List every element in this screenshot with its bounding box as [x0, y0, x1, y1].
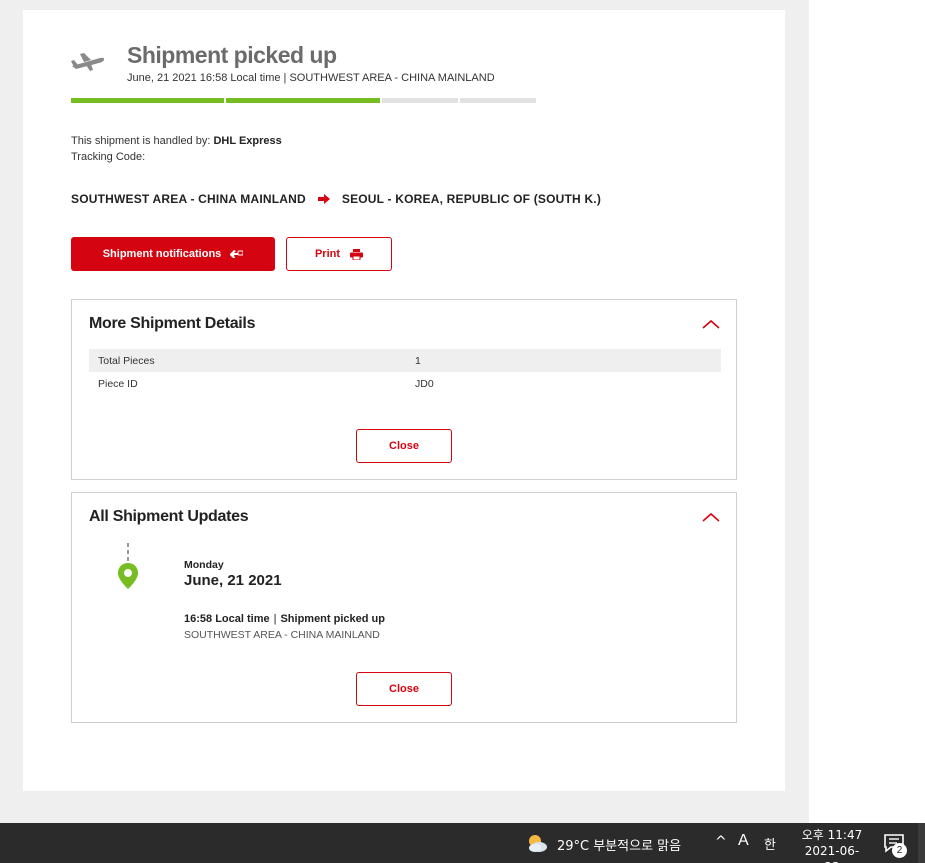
shipment-notifications-button[interactable]: Shipment notifications	[71, 237, 275, 271]
handler-info: This shipment is handled by: DHL Express…	[71, 133, 282, 165]
table-row: Piece ID JD0	[89, 372, 721, 395]
progress-segment	[381, 98, 459, 103]
location-pin-icon	[118, 563, 138, 589]
tray-chevron-icon[interactable]: ^	[715, 834, 727, 850]
event-status: Shipment picked up	[280, 613, 385, 625]
handled-by: DHL Express	[213, 135, 282, 147]
status-title: Shipment picked up	[127, 42, 337, 68]
windows-taskbar: 29°C 부분적으로 맑음 ^ A 한 오후 11:47 2021-06-23 …	[0, 823, 925, 863]
event-location: SOUTHWEST AREA - CHINA MAINLAND	[184, 629, 380, 641]
weather-text[interactable]: 29°C 부분적으로 맑음	[557, 835, 681, 854]
notification-count-badge: 2	[892, 843, 907, 858]
ime-indicator[interactable]: 한	[764, 834, 776, 853]
detail-value: 1	[406, 349, 721, 372]
event-time: 16:58 Local time	[184, 613, 270, 625]
close-details-button[interactable]: Close	[356, 429, 452, 463]
notifications-label: Shipment notifications	[102, 248, 222, 260]
route-destination: SEOUL - KOREA, REPUBLIC OF (SOUTH K.)	[341, 192, 602, 206]
table-row: Total Pieces 1	[89, 349, 721, 372]
clock-date: 2021-06-23	[804, 844, 860, 863]
progress-segment	[71, 98, 225, 103]
print-button[interactable]: Print	[286, 237, 392, 271]
detail-value: JD0	[415, 377, 434, 390]
route-origin: SOUTHWEST AREA - CHINA MAINLAND	[71, 192, 306, 206]
clock-time: 오후 11:47	[801, 828, 863, 842]
event-weekday: Monday	[184, 559, 224, 571]
clock[interactable]: 오후 11:47 2021-06-23	[800, 827, 864, 863]
notification-hand-icon	[230, 250, 244, 258]
handled-prefix: This shipment is handled by:	[71, 135, 211, 147]
progress-segment	[226, 98, 380, 103]
status-subtitle: June, 21 2021 16:58 Local time | SOUTHWE…	[127, 72, 495, 84]
detail-label: Piece ID	[98, 377, 138, 390]
input-indicator[interactable]: A	[738, 832, 749, 850]
printer-icon	[350, 248, 364, 260]
all-shipment-updates-panel: All Shipment Updates Monday June, 21 202…	[71, 492, 737, 723]
event-date: June, 21 2021	[184, 572, 282, 589]
right-blank-area	[809, 0, 925, 823]
tracking-code-label: Tracking Code:	[71, 151, 146, 163]
progress-bar	[71, 98, 536, 103]
event-separator: |	[273, 613, 277, 625]
show-desktop-button[interactable]	[918, 823, 925, 863]
details-panel-title: More Shipment Details	[89, 315, 256, 332]
arrow-right-icon	[317, 194, 330, 204]
more-shipment-details-panel: More Shipment Details Total Pieces 1 Pie…	[71, 299, 737, 480]
details-table: Total Pieces 1 Piece ID JD0	[89, 349, 721, 395]
partly-cloudy-icon[interactable]	[526, 833, 548, 853]
timeline-connector	[127, 543, 129, 561]
progress-segment	[460, 98, 536, 103]
print-label: Print	[314, 248, 341, 260]
chevron-up-icon[interactable]	[702, 318, 720, 330]
chevron-up-icon[interactable]	[702, 511, 720, 523]
detail-label: Total Pieces	[89, 349, 406, 372]
route: SOUTHWEST AREA - CHINA MAINLAND SEOUL - …	[71, 192, 601, 206]
updates-panel-title: All Shipment Updates	[89, 508, 249, 525]
close-updates-button[interactable]: Close	[356, 672, 452, 706]
event-summary: 16:58 Local time | Shipment picked up	[184, 613, 385, 625]
airplane-icon	[71, 53, 105, 71]
